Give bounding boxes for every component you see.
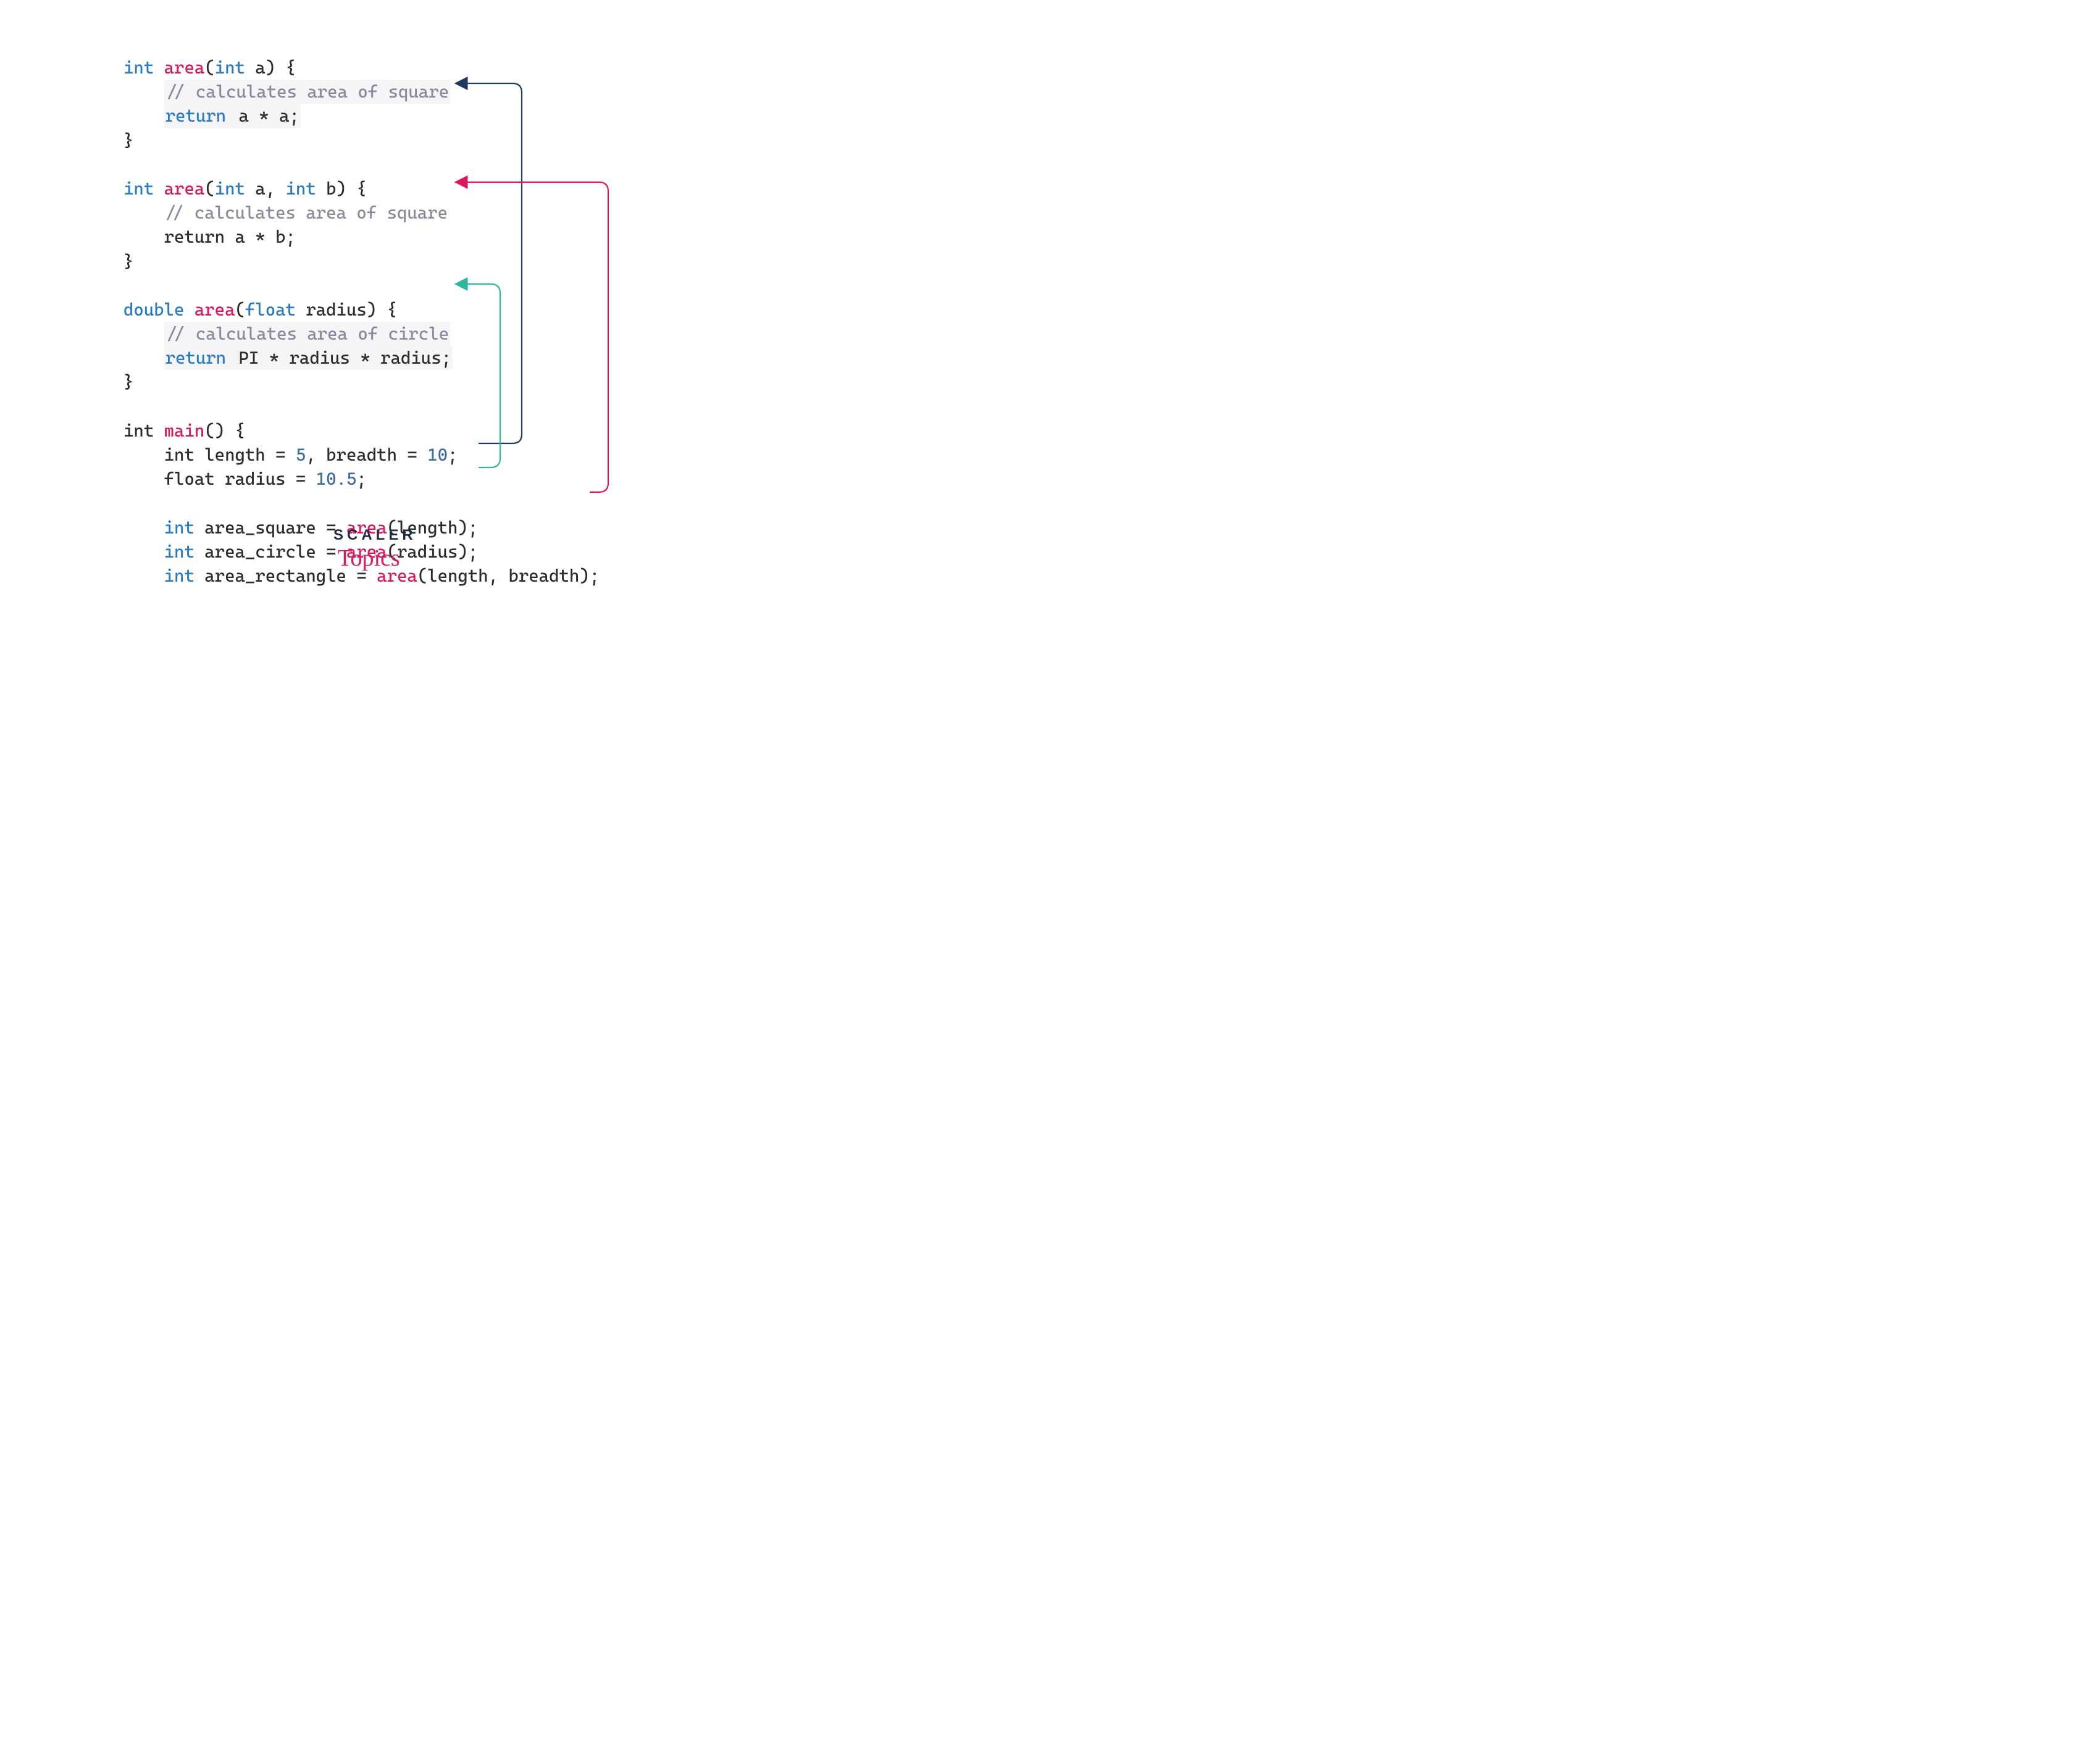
- keyword-int: int: [164, 566, 195, 586]
- func-name-area: area: [195, 299, 235, 320]
- semicolon: ;: [448, 445, 458, 465]
- func-name-main: main: [164, 421, 205, 441]
- func-name-area: area: [164, 178, 205, 199]
- keyword-int: int: [215, 57, 245, 78]
- param-rest: a) {: [245, 57, 296, 78]
- literal-5: 5: [296, 445, 306, 465]
- func3-return: return PI * radius * radius;: [123, 346, 600, 370]
- keyword-double: double: [123, 299, 184, 320]
- func3-signature: double area(float radius) {: [123, 298, 600, 322]
- func3-comment: // calculates area of circle: [123, 322, 600, 346]
- main-rest: () {: [204, 421, 245, 441]
- func1-close: }: [123, 128, 600, 153]
- param-rest: radius) {: [296, 299, 397, 320]
- literal-10: 10: [427, 445, 448, 465]
- decl-breadth: , breadth =: [306, 445, 427, 465]
- param-rest: b) {: [316, 178, 367, 199]
- main-decl-int: int length = 5, breadth = 10;: [123, 443, 600, 467]
- scaler-logo: SCALER Topics: [333, 525, 417, 575]
- func-name-area: area: [164, 57, 205, 78]
- func2-return: return a * b;: [123, 225, 600, 249]
- semicolon: ;: [356, 469, 366, 489]
- func1-signature: int area(int a) {: [123, 56, 600, 80]
- keyword-int: int: [215, 178, 245, 199]
- main-decl-float: float radius = 10.5;: [123, 467, 600, 491]
- lhs-area-square: area_square =: [195, 517, 346, 538]
- keyword-int: int: [123, 57, 154, 78]
- type-float: float: [164, 469, 215, 489]
- param-mid: a,: [245, 178, 286, 199]
- func2-close: }: [123, 249, 600, 274]
- keyword-int: int: [164, 542, 195, 562]
- func3-close: }: [123, 370, 600, 394]
- decl-length: length =: [195, 445, 296, 465]
- decl-radius: radius =: [215, 469, 316, 489]
- func2-signature: int area(int a, int b) {: [123, 177, 600, 201]
- return-expr: PI * radius * radius;: [227, 346, 453, 370]
- paren-open: (: [235, 299, 245, 320]
- paren-open: (: [204, 178, 214, 199]
- keyword-return: return: [164, 104, 227, 128]
- code-block: int area(int a) { // calculates area of …: [123, 56, 600, 588]
- paren-open: (: [204, 57, 214, 78]
- comment-circle: // calculates area of circle: [164, 322, 450, 346]
- func1-return: return a * a;: [123, 104, 600, 128]
- keyword-int: int: [164, 517, 195, 538]
- keyword-return: return: [164, 346, 227, 370]
- keyword-float: float: [245, 299, 296, 320]
- func1-comment: // calculates area of square: [123, 80, 600, 104]
- keyword-int: int: [123, 178, 154, 199]
- keyword-int: int: [286, 178, 316, 199]
- args-length-breadth: (length, breadth);: [417, 566, 600, 586]
- keyword-int-plain: int: [123, 421, 154, 441]
- main-signature: int main() {: [123, 419, 600, 443]
- comment-rectangle: // calculates area of square: [164, 203, 448, 223]
- return-expr: a * a;: [227, 104, 301, 128]
- logo-text-bottom: Topics: [327, 542, 411, 575]
- func2-comment: // calculates area of square: [123, 201, 600, 225]
- type-int: int: [164, 445, 195, 465]
- lhs-area-circle: area_circle =: [195, 542, 346, 562]
- comment-square: // calculates area of square: [164, 80, 450, 104]
- literal-10-5: 10.5: [316, 469, 357, 489]
